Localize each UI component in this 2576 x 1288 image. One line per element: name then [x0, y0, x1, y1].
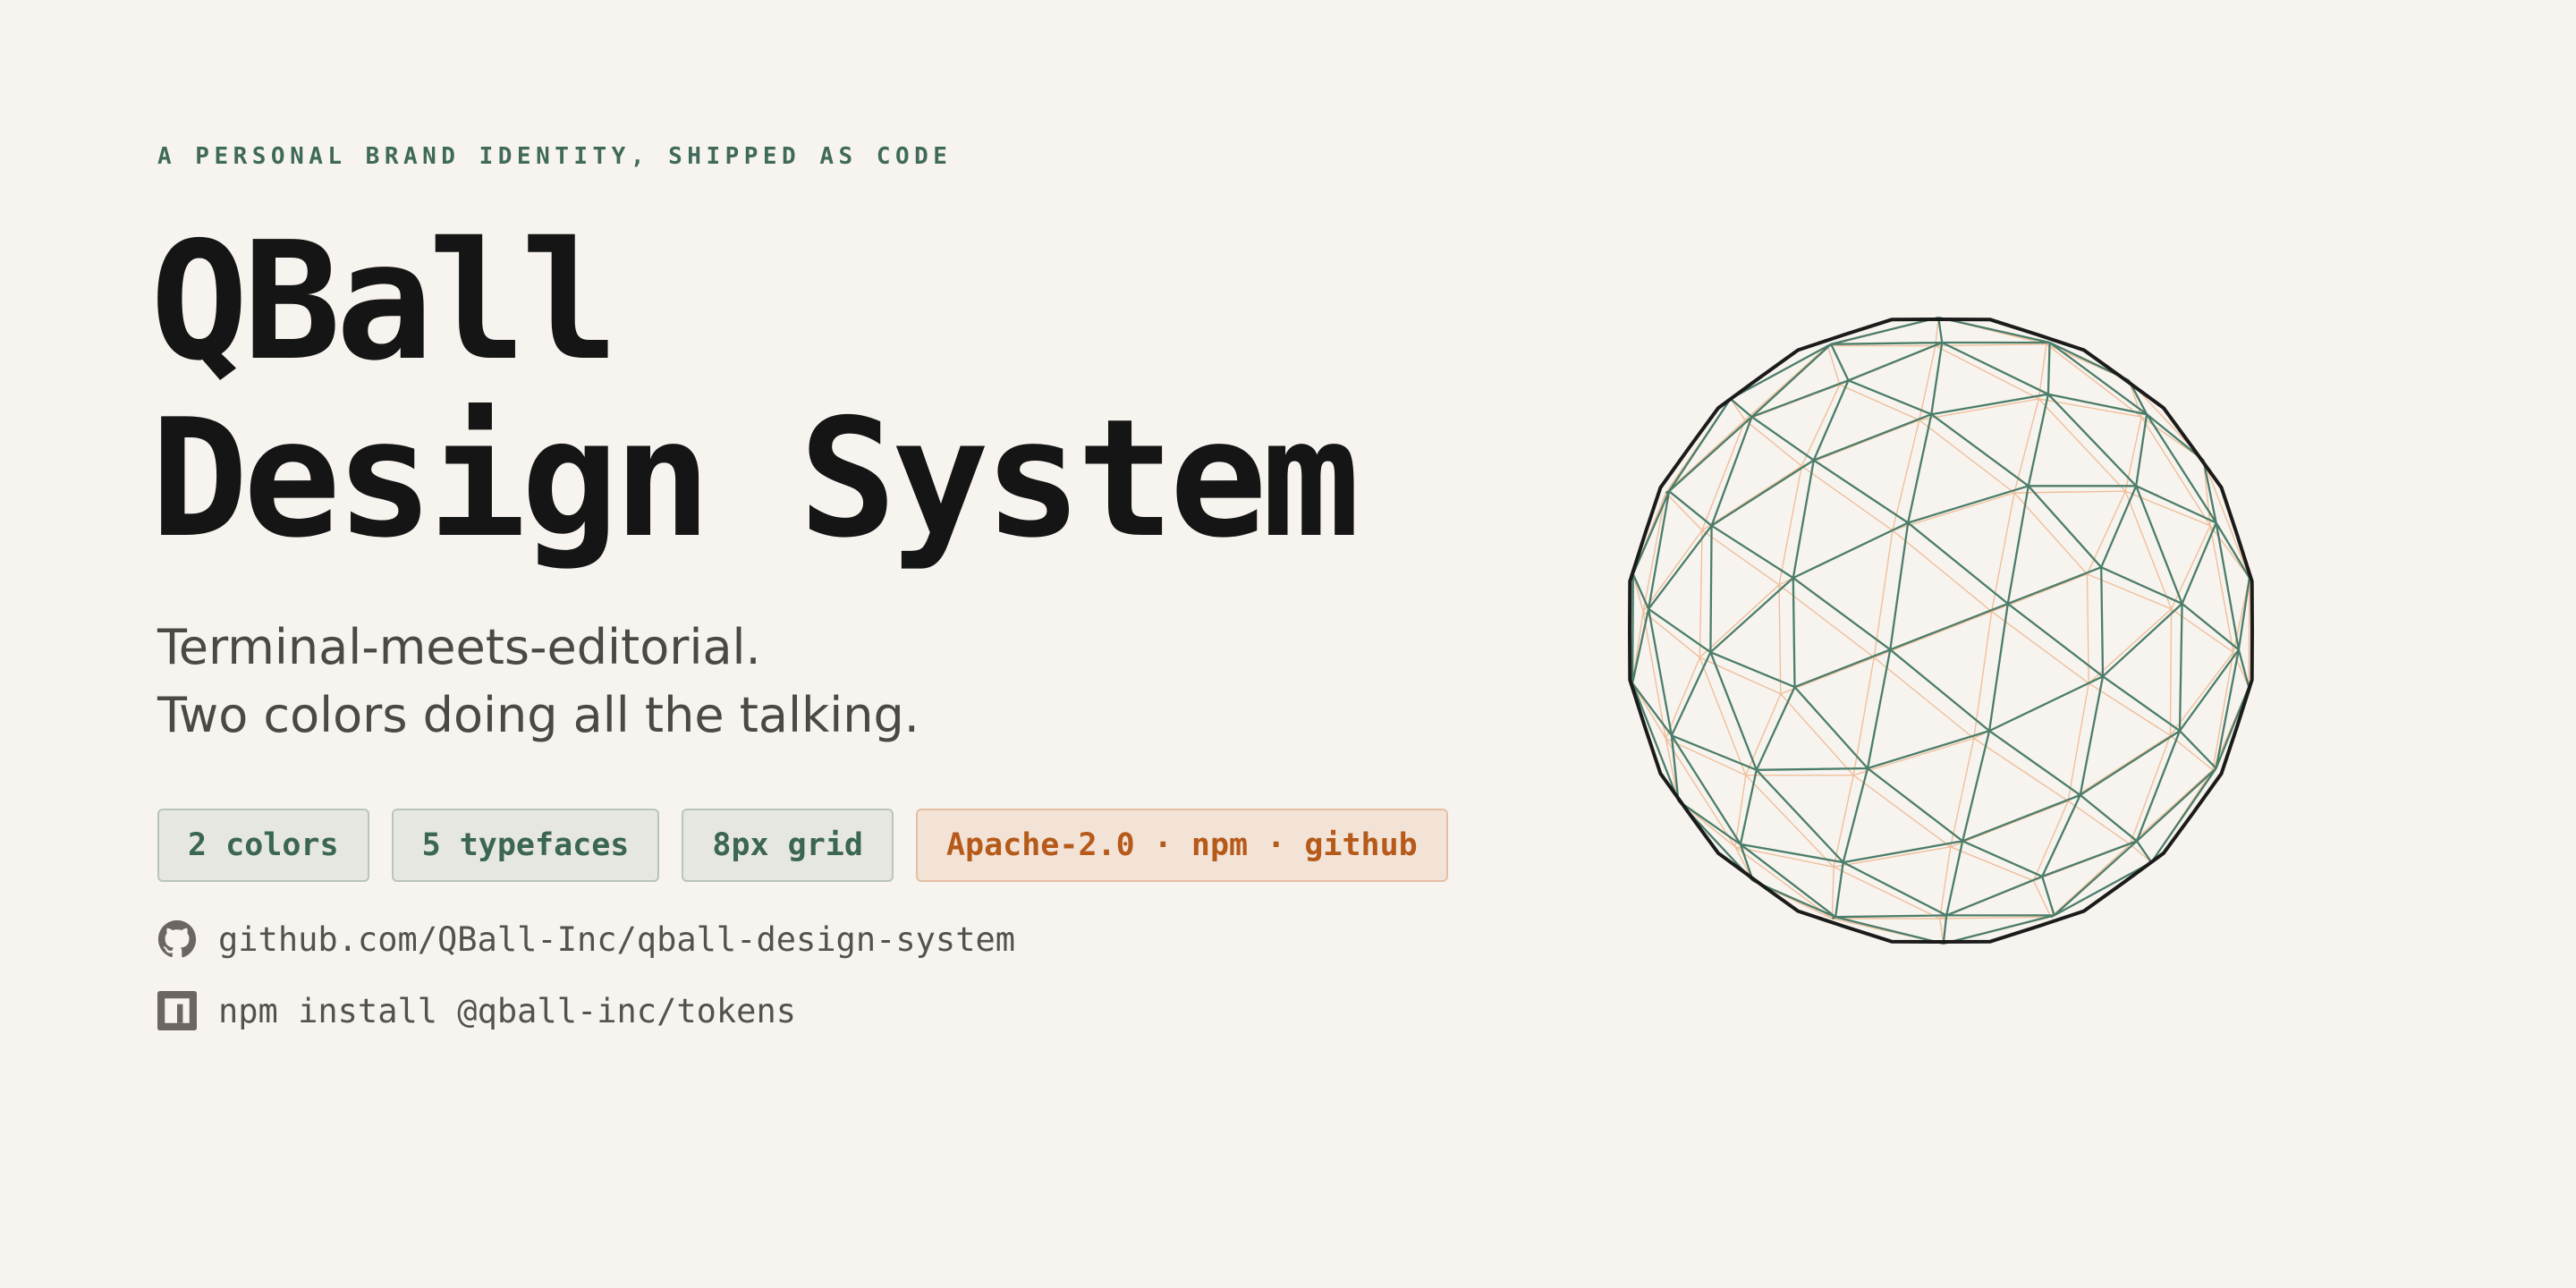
github-link[interactable]: github.com/QBall-Inc/qball-design-system: [157, 918, 1015, 961]
eyebrow-tagline: A PERSONAL BRAND IDENTITY, SHIPPED AS CO…: [157, 143, 953, 170]
title-line-2: Design System: [150, 384, 1360, 573]
chip-colors: 2 colors: [157, 809, 369, 882]
page-title: QBall Design System: [150, 207, 1360, 573]
sphere-front-edges: [1631, 316, 2251, 945]
npm-icon: [157, 991, 197, 1030]
title-line-1: QBall: [150, 207, 619, 396]
github-link-text: github.com/QBall-Inc/qball-design-system: [218, 919, 1016, 959]
subtitle-line-2: Two colors doing all the talking.: [157, 687, 919, 743]
link-list: github.com/QBall-Inc/qball-design-system…: [157, 918, 1015, 1061]
subtitle-line-1: Terminal-meets-editorial.: [157, 619, 761, 675]
chip-typefaces: 5 typefaces: [391, 809, 660, 882]
npm-install-command[interactable]: npm install @qball-inc/tokens: [157, 989, 1015, 1032]
geodesic-sphere-icon: [1628, 316, 2254, 945]
feature-chips: 2 colors 5 typefaces 8px grid Apache-2.0…: [157, 809, 1448, 882]
github-icon: [157, 919, 197, 959]
npm-install-text: npm install @qball-inc/tokens: [218, 991, 797, 1030]
chip-license: Apache-2.0 · npm · github: [915, 809, 1448, 882]
chip-grid: 8px grid: [682, 809, 894, 882]
subtitle: Terminal-meets-editorial. Two colors doi…: [157, 614, 919, 750]
